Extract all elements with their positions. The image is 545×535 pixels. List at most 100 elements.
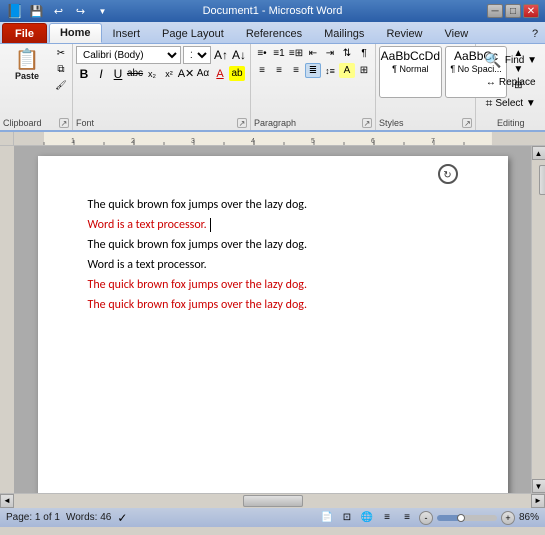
svg-text:3: 3 xyxy=(191,138,195,145)
scroll-up-button[interactable]: ▲ xyxy=(532,146,545,160)
increase-font-button[interactable]: A↑ xyxy=(213,48,229,63)
web-layout-button[interactable]: 🌐 xyxy=(359,510,375,525)
show-formatting-button[interactable]: ¶ xyxy=(356,46,372,61)
tab-references[interactable]: References xyxy=(235,23,313,43)
font-group-content: Calibri (Body) Arial Times New Roman 11 … xyxy=(76,46,247,117)
print-layout-button[interactable]: 📄 xyxy=(319,510,335,525)
clear-formatting-button[interactable]: A✕ xyxy=(178,66,194,81)
tab-file[interactable]: File xyxy=(2,23,47,43)
styles-dialog-launcher[interactable]: ↗ xyxy=(462,118,472,128)
increase-indent-button[interactable]: ⇥ xyxy=(322,46,338,61)
paste-icon: 📋 xyxy=(15,50,40,70)
bold-button[interactable]: B xyxy=(76,66,92,81)
clipboard-group: 📋 Paste ✂ ⧉ 🖌 Clipboard ↗ xyxy=(0,44,73,130)
style-normal-preview: AaBbCcDd xyxy=(381,49,440,63)
change-case-button[interactable]: Aα xyxy=(195,66,211,81)
numbering-button[interactable]: ≡1 xyxy=(271,46,287,61)
doc-line-5: The quick brown fox jumps over the lazy … xyxy=(88,276,458,294)
full-screen-button[interactable]: ⊡ xyxy=(339,510,355,525)
multilevel-list-button[interactable]: ≡⊞ xyxy=(288,46,304,61)
highlight-button[interactable]: ab xyxy=(229,66,245,81)
zoom-out-button[interactable]: - xyxy=(419,511,433,525)
document-scroll[interactable]: ↻ The quick brown fox jumps over the laz… xyxy=(14,146,531,493)
quick-dropdown[interactable]: ▼ xyxy=(93,2,111,20)
doc-line-3: The quick brown fox jumps over the lazy … xyxy=(88,236,458,254)
hscroll-thumb[interactable] xyxy=(243,495,303,507)
scroll-down-button[interactable]: ▼ xyxy=(532,479,545,493)
shading-button[interactable]: A xyxy=(339,63,355,78)
justify-button[interactable]: ≣ xyxy=(305,63,321,78)
underline-button[interactable]: U xyxy=(110,66,126,81)
svg-text:7: 7 xyxy=(431,138,435,145)
proofing-icon[interactable]: ✓ xyxy=(117,511,127,525)
decrease-font-button[interactable]: A↓ xyxy=(231,48,247,63)
format-painter-button[interactable]: 🖌 xyxy=(53,78,69,93)
zoom-in-button[interactable]: + xyxy=(501,511,515,525)
align-right-button[interactable]: ≡ xyxy=(288,63,304,78)
scroll-thumb[interactable] xyxy=(539,165,545,195)
close-button[interactable]: ✕ xyxy=(523,4,539,18)
hscroll-right-button[interactable]: ► xyxy=(531,494,545,508)
title-bar-left: 📘 💾 ↩ ↪ ▼ xyxy=(6,2,111,20)
ruler-vertical-svg xyxy=(0,146,14,493)
font-name-select[interactable]: Calibri (Body) Arial Times New Roman xyxy=(76,46,181,64)
decrease-indent-button[interactable]: ⇤ xyxy=(305,46,321,61)
document-area: ↻ The quick brown fox jumps over the laz… xyxy=(0,146,545,493)
hscroll-left-button[interactable]: ◄ xyxy=(0,494,14,508)
clipboard-dialog-launcher[interactable]: ↗ xyxy=(59,118,69,128)
replace-button[interactable]: ↔ Replace xyxy=(481,74,541,91)
superscript-button[interactable]: x² xyxy=(161,66,177,81)
document-page[interactable]: ↻ The quick brown fox jumps over the laz… xyxy=(38,156,508,493)
hscroll-track[interactable] xyxy=(14,494,531,508)
tab-mailings[interactable]: Mailings xyxy=(313,23,375,43)
quick-redo[interactable]: ↪ xyxy=(71,2,89,20)
paste-button[interactable]: 📋 Paste xyxy=(3,46,51,85)
quick-undo[interactable]: ↩ xyxy=(49,2,67,20)
tab-home[interactable]: Home xyxy=(49,23,102,43)
font-group: Calibri (Body) Arial Times New Roman 11 … xyxy=(73,44,251,130)
styles-group: AaBbCcDd ¶ Normal AaBbCc ¶ No Spaci... ▲… xyxy=(376,44,476,130)
select-button[interactable]: ⌗ Select ▼ xyxy=(481,93,541,114)
doc-line-2: Word is a text processor. xyxy=(88,216,458,234)
strikethrough-button[interactable]: abc xyxy=(127,66,143,81)
status-bar-left: Page: 1 of 1 Words: 46 ✓ xyxy=(6,511,311,525)
bullets-button[interactable]: ≡• xyxy=(254,46,270,61)
binoculars-icon: 🔍 xyxy=(484,52,501,69)
font-size-select[interactable]: 11 10 12 14 xyxy=(183,46,211,64)
styles-label: Styles ↗ xyxy=(379,117,472,130)
outline-button[interactable]: ≡ xyxy=(379,510,395,525)
draft-button[interactable]: ≡ xyxy=(399,510,415,525)
align-left-button[interactable]: ≡ xyxy=(254,63,270,78)
tab-review[interactable]: Review xyxy=(375,23,433,43)
subscript-button[interactable]: x₂ xyxy=(144,66,160,81)
maximize-button[interactable]: □ xyxy=(505,4,521,18)
copy-button[interactable]: ⧉ xyxy=(53,62,69,77)
zoom-thumb[interactable] xyxy=(457,514,465,522)
line-spacing-button[interactable]: ↕≡ xyxy=(322,63,338,78)
find-button[interactable]: 🔍 Find ▼ xyxy=(479,49,542,72)
font-color-button[interactable]: A xyxy=(212,66,228,81)
font-dialog-launcher[interactable]: ↗ xyxy=(237,118,247,128)
paragraph-dialog-launcher[interactable]: ↗ xyxy=(362,118,372,128)
tab-view[interactable]: View xyxy=(434,23,480,43)
tab-insert[interactable]: Insert xyxy=(102,23,152,43)
style-normal-button[interactable]: AaBbCcDd ¶ Normal xyxy=(379,46,442,98)
cut-button[interactable]: ✂ xyxy=(53,46,69,61)
zoom-slider[interactable] xyxy=(437,515,497,521)
sort-button[interactable]: ⇅ xyxy=(339,46,355,61)
svg-text:4: 4 xyxy=(251,138,255,145)
horizontal-scrollbar: ◄ ► xyxy=(0,493,545,507)
paragraph-group: ≡• ≡1 ≡⊞ ⇤ ⇥ ⇅ ¶ ≡ ≡ ≡ ≣ ↕≡ A ⊞ Paragrap… xyxy=(251,44,376,130)
status-bar: Page: 1 of 1 Words: 46 ✓ 📄 ⊡ 🌐 ≡ ≡ - + 8… xyxy=(0,507,545,527)
quick-save[interactable]: 💾 xyxy=(27,2,45,20)
paragraph-group-content: ≡• ≡1 ≡⊞ ⇤ ⇥ ⇅ ¶ ≡ ≡ ≡ ≣ ↕≡ A ⊞ xyxy=(254,46,372,117)
clipboard-group-content: 📋 Paste ✂ ⧉ 🖌 xyxy=(3,46,69,117)
align-center-button[interactable]: ≡ xyxy=(271,63,287,78)
tab-help[interactable]: ? xyxy=(521,23,543,43)
borders-button[interactable]: ⊞ xyxy=(356,63,372,78)
italic-button[interactable]: I xyxy=(93,66,109,81)
tab-pagelayout[interactable]: Page Layout xyxy=(151,23,235,43)
minimize-button[interactable]: ─ xyxy=(487,4,503,18)
zoom-level[interactable]: 86% xyxy=(519,512,539,523)
svg-text:6: 6 xyxy=(371,138,375,145)
